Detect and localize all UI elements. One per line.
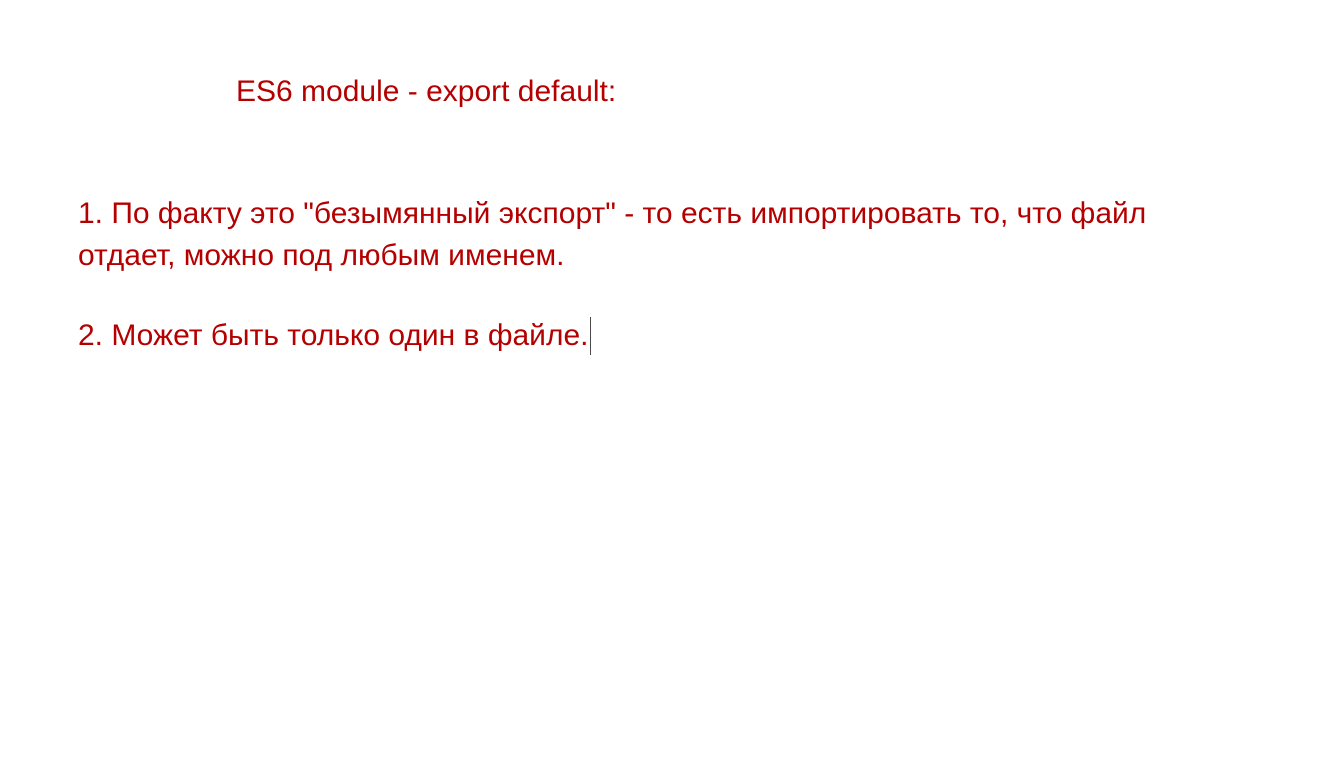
slide-title: ES6 module - export default: — [236, 75, 617, 108]
slide-canvas: ES6 module - export default: 1. По факту… — [0, 0, 1340, 780]
text-cursor — [590, 317, 592, 355]
list-item-2[interactable]: 2. Может быть только один в файле. — [78, 315, 1278, 357]
list-item-2-text[interactable]: 2. Может быть только один в файле. — [78, 319, 588, 352]
list-item-1-line-1: 1. По факту это "безымянный экспорт" - т… — [78, 197, 1147, 230]
list-item-1-line-2: отдает, можно под любым именем. — [78, 239, 565, 272]
list-item-1: 1. По факту это "безымянный экспорт" - т… — [78, 193, 1278, 277]
